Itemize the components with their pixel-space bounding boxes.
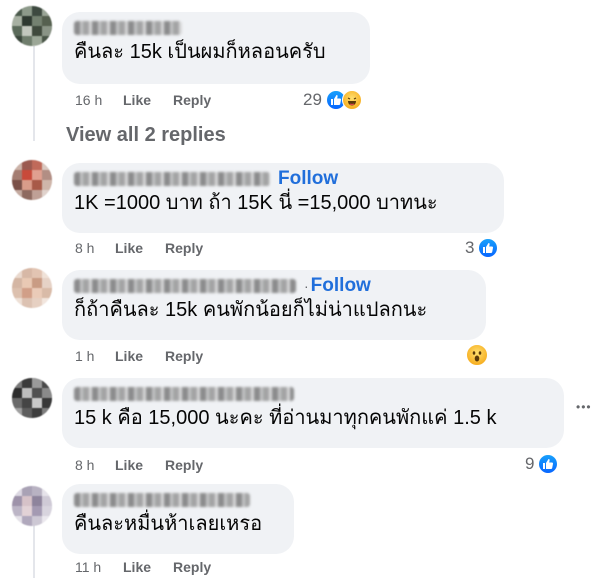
reaction-summary[interactable]: 9 — [525, 453, 559, 475]
reaction-summary[interactable]: 29 — [303, 89, 362, 111]
like-button[interactable]: Like — [123, 559, 151, 575]
reply-button[interactable]: Reply — [173, 559, 211, 575]
timestamp[interactable]: 16 h — [75, 92, 123, 108]
avatar[interactable] — [12, 486, 52, 526]
avatar[interactable] — [12, 378, 52, 418]
avatar[interactable] — [12, 160, 52, 200]
avatar[interactable] — [12, 268, 52, 308]
reaction-count: 3 — [465, 238, 475, 257]
reaction-count: 29 — [303, 90, 322, 109]
like-icon — [478, 238, 499, 258]
comment-bubble: 15 k คือ 15,000 นะคะ ที่อ่านมาทุกคนพักแค… — [62, 378, 564, 448]
comment-text: คืนละ 15k เป็นผมก็หลอนครับ — [74, 41, 326, 63]
avatar[interactable] — [12, 6, 52, 46]
commenter-name[interactable] — [74, 279, 296, 293]
like-button[interactable]: Like — [123, 92, 151, 108]
reaction-count: 9 — [525, 454, 535, 473]
commenter-name[interactable] — [74, 21, 182, 35]
timestamp[interactable]: 8 h — [75, 457, 115, 473]
thread-line — [33, 46, 35, 141]
timestamp[interactable]: 1 h — [75, 348, 115, 364]
reply-button[interactable]: Reply — [165, 240, 203, 256]
wow-icon — [466, 344, 488, 366]
comment-text: ก็ถ้าคืนละ 15k คนพักน้อยก็ไม่น่าแปลกนะ — [74, 299, 428, 321]
reply-button[interactable]: Reply — [165, 457, 203, 473]
timestamp[interactable]: 8 h — [75, 240, 115, 256]
reply-button[interactable]: Reply — [173, 92, 211, 108]
haha-icon — [341, 90, 362, 110]
reply-button[interactable]: Reply — [165, 348, 203, 364]
timestamp[interactable]: 11 h — [75, 559, 123, 575]
like-button[interactable]: Like — [115, 240, 143, 256]
comment-text: 1K =1000 บาท ถ้า 15K นี่ =15,000 บาทนะ — [74, 192, 438, 214]
view-replies-link[interactable]: View all 2 replies — [66, 124, 226, 147]
comment-meta: 8 h Like Reply — [75, 238, 225, 258]
follow-button[interactable]: Follow — [311, 275, 371, 297]
commenter-name[interactable] — [74, 493, 250, 507]
comment-meta: 1 h Like Reply — [75, 346, 225, 366]
thread-line — [33, 525, 35, 578]
comment-text: คืนละหมื่นห้าเลยเหรอ — [74, 513, 263, 535]
commenter-name[interactable] — [74, 172, 270, 186]
comment-bubble: · Follow ก็ถ้าคืนละ 15k คนพักน้อยก็ไม่น่… — [62, 270, 486, 340]
more-options-icon[interactable]: ••• — [576, 400, 592, 414]
like-button[interactable]: Like — [115, 457, 143, 473]
like-button[interactable]: Like — [115, 348, 143, 364]
reaction-summary[interactable] — [462, 344, 488, 366]
comment-bubble: Follow 1K =1000 บาท ถ้า 15K นี่ =15,000 … — [62, 163, 504, 233]
like-icon — [538, 454, 559, 474]
comment-meta: 8 h Like Reply — [75, 455, 225, 475]
comment-bubble: คืนละหมื่นห้าเลยเหรอ — [62, 484, 294, 554]
comment-text: 15 k คือ 15,000 นะคะ ที่อ่านมาทุกคนพักแค… — [74, 407, 497, 429]
comment-bubble: คืนละ 15k เป็นผมก็หลอนครับ — [62, 12, 370, 84]
reaction-summary[interactable]: 3 — [465, 237, 499, 259]
comment-meta: 11 h Like Reply — [75, 557, 233, 577]
follow-button[interactable]: Follow — [278, 168, 338, 190]
comment-meta: 16 h Like Reply — [75, 90, 233, 110]
commenter-name[interactable] — [74, 387, 294, 401]
